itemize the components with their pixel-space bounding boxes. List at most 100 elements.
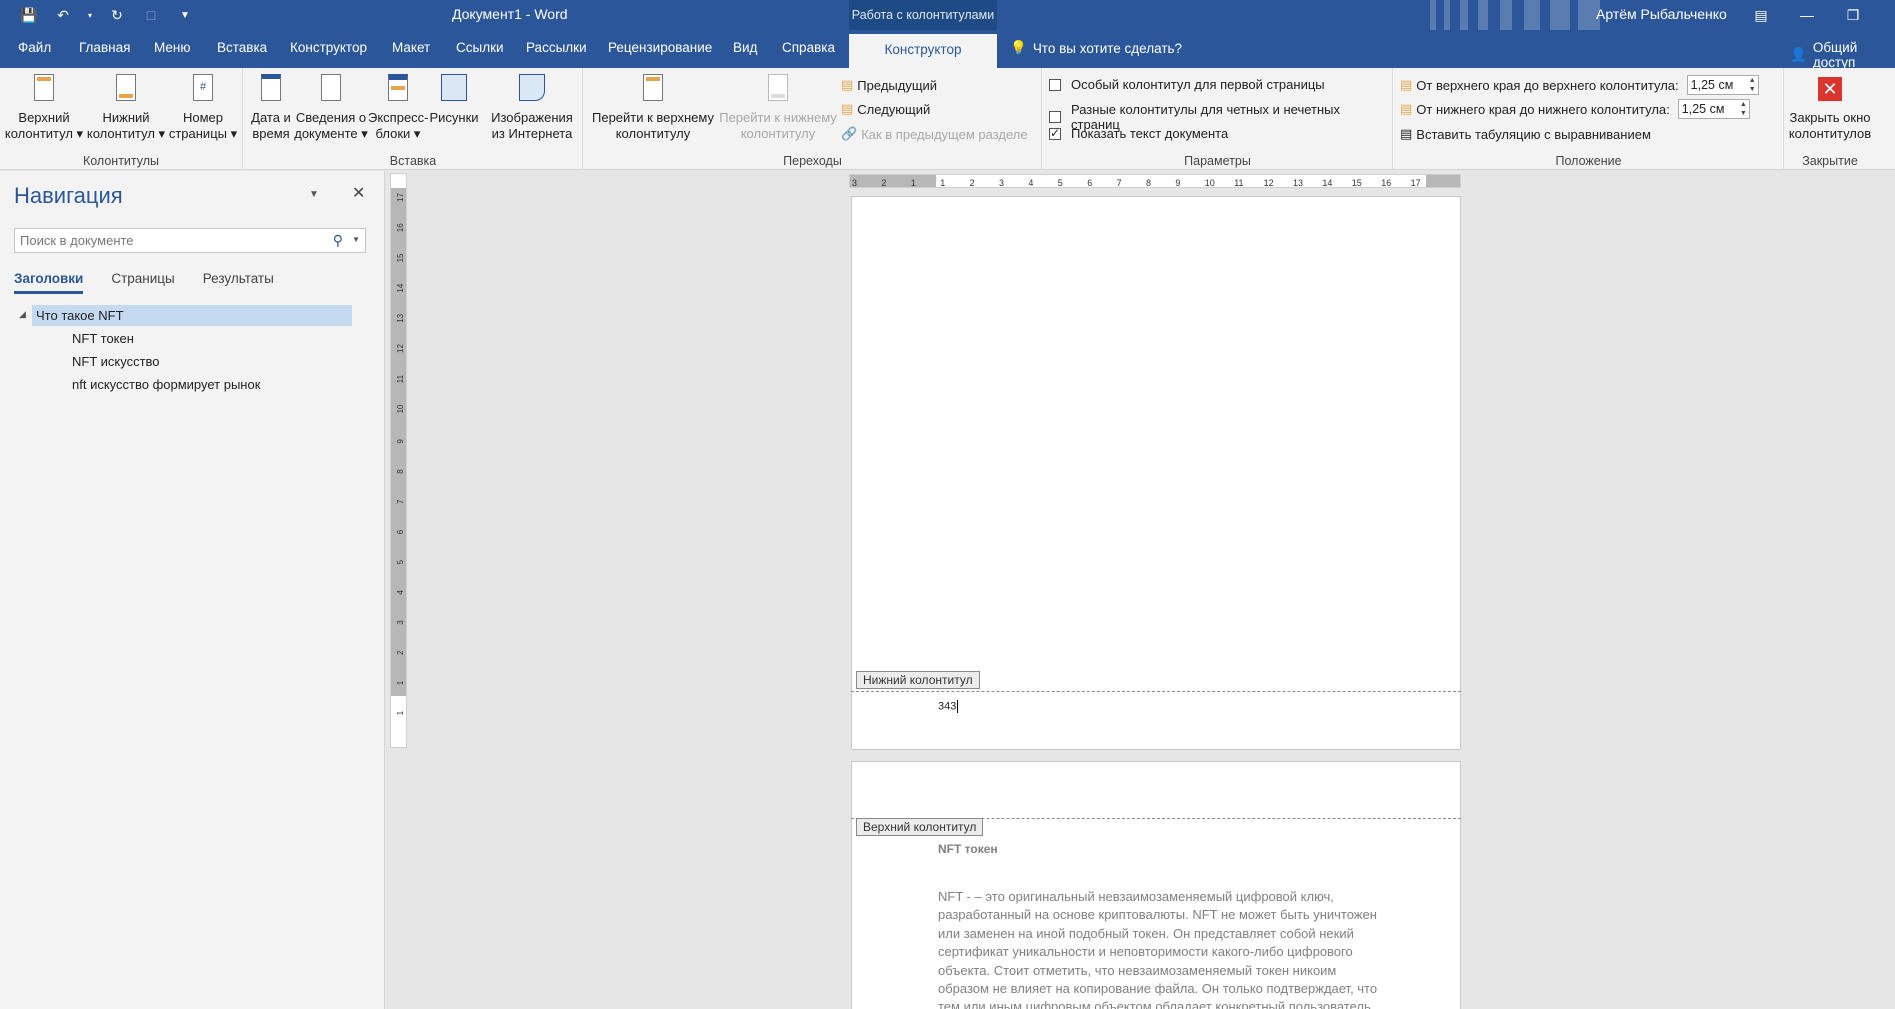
document-body[interactable]: NFT - – это оригинальный невзаимозаменяе… [938, 888, 1412, 1009]
ruler-tick-label: 12 [396, 344, 405, 353]
body-line: разработанный на основе криптовалюты. NF… [938, 907, 1377, 923]
body-line: объекта. Стоит отметить, что невзаимозам… [938, 962, 1337, 978]
next-button[interactable]: ▤ Следующий [841, 101, 930, 117]
online-pictures-button[interactable]: Изображения из Интернета [484, 72, 580, 142]
customize-toolbar-icon[interactable]: ▼ [174, 4, 196, 26]
ruler-tick-label: 15 [396, 253, 405, 262]
group-insert: Дата и время Сведения о документе ▾ Эксп… [244, 68, 583, 170]
heading-item[interactable]: nft искусство формирует рынок [72, 377, 260, 392]
spinner-arrows-icon[interactable]: ▲ ▼ [1740, 100, 1747, 118]
page-number-button[interactable]: # Номер страницы ▾ [166, 72, 240, 142]
new-document-icon[interactable]: □ [140, 4, 162, 26]
ribbon-display-icon[interactable]: ▤ [1738, 0, 1784, 30]
user-name[interactable]: Артём Рыбальченко [1596, 6, 1727, 22]
ruler-tick-label: 11 [1234, 178, 1243, 188]
goto-footer-button[interactable]: Перейти к нижнему колонтитулу [716, 72, 840, 142]
tab-help[interactable]: Справка [782, 40, 835, 55]
minimize-icon[interactable]: — [1784, 0, 1830, 30]
first-page-check-icon[interactable] [1049, 78, 1061, 91]
footer-button[interactable]: Нижний колонтитул ▾ [86, 72, 166, 142]
tab-mailings[interactable]: Рассылки [526, 40, 587, 55]
close-header-footer-button[interactable]: ✕ Закрыть окно колонтитулов [1785, 72, 1875, 142]
group-options: Особый колонтитул для первой страницы Ра… [1043, 68, 1393, 170]
undo-dropdown-icon[interactable]: ▾ [86, 4, 94, 26]
document-heading[interactable]: NFT токен [938, 842, 998, 856]
close-pane-icon[interactable]: ✕ [352, 183, 365, 203]
tell-me-box[interactable]: 💡 Что вы хотите сделать? [1010, 40, 1182, 56]
footer-from-bottom-spinner[interactable]: 1,25 см ▲ ▼ [1677, 99, 1750, 119]
show-text-checkbox[interactable]: Показать текст документа [1049, 126, 1228, 141]
search-dropdown-icon[interactable]: ▼ [352, 235, 360, 244]
heading-item[interactable]: NFT токен [72, 331, 134, 346]
ruler-tick-label: 13 [1293, 178, 1303, 188]
person-icon: 👤 [1790, 47, 1807, 62]
ruler-tick-label: 4 [1028, 178, 1033, 188]
redo-icon[interactable]: ↻ [106, 4, 128, 26]
ruler-tick-label: 7 [396, 499, 405, 504]
next-icon: ▤ [841, 101, 854, 116]
tab-view[interactable]: Вид [733, 40, 757, 55]
vertical-ruler[interactable]: 17 16 15 14 13 12 11 10 9 8 7 6 5 4 3 2 1 1 [390, 173, 407, 748]
header-position-icon: ▤ [1400, 77, 1413, 92]
group-label-close: Закрытие [1802, 154, 1858, 168]
ruler-tick-label: 9 [396, 439, 405, 444]
header-from-top-spinner[interactable]: 1,25 см ▲ ▼ [1686, 75, 1759, 95]
quick-parts-icon [381, 72, 415, 106]
share-button[interactable]: 👤 Общий доступ [1790, 40, 1895, 70]
heading-item[interactable]: NFT искусство [72, 354, 160, 369]
ruler-tick-label: 1 [396, 680, 405, 685]
tab-menu[interactable]: Меню [154, 40, 191, 55]
close-window-icon[interactable]: ✕ [1876, 0, 1895, 30]
save-icon[interactable]: 💾 [18, 4, 40, 26]
tab-references[interactable]: Ссылки [456, 40, 504, 55]
collapse-triangle-icon[interactable]: ◢ [19, 309, 26, 320]
footer-tag: Нижний колонтитул [856, 671, 980, 689]
footer-page-number[interactable]: 343 [938, 700, 959, 713]
page-number-icon: # [186, 72, 220, 106]
spinner-arrows-icon[interactable]: ▲ ▼ [1749, 76, 1756, 94]
tab-insert[interactable]: Вставка [217, 40, 267, 55]
search-document-input[interactable]: Поиск в документе ⚲ ▼ [14, 228, 366, 253]
date-time-button[interactable]: Дата и время [248, 72, 294, 142]
odd-even-check-icon[interactable] [1049, 111, 1061, 123]
tab-home[interactable]: Главная [79, 40, 130, 55]
header-button[interactable]: Верхний колонтитул ▾ [4, 72, 84, 142]
group-label-header-footer: Колонтитулы [82, 154, 160, 168]
nav-tab-results[interactable]: Результаты [203, 271, 274, 294]
horizontal-ruler[interactable]: 3 2 1 1 2 3 4 5 6 7 8 9 10 11 12 13 14 15 16 17 [849, 174, 1461, 188]
link-to-previous-button[interactable]: 🔗 Как в предыдущем разделе [841, 126, 1028, 142]
tab-file[interactable]: Файл [18, 40, 51, 55]
body-line: или заменен на иной подобный токен. Он п… [938, 925, 1354, 941]
show-text-check-icon[interactable] [1049, 126, 1061, 140]
ruler-tick-label: 15 [1352, 178, 1362, 188]
nav-tab-pages[interactable]: Страницы [111, 271, 174, 294]
insert-alignment-tab-button[interactable]: ▤ Вставить табуляцию с выравниванием [1400, 126, 1651, 142]
tab-review[interactable]: Рецензирование [608, 40, 712, 55]
pictures-button[interactable]: Рисунки [428, 72, 480, 126]
document-info-button[interactable]: Сведения о документе ▾ [294, 72, 368, 142]
ruler-tick-label: 10 [1205, 178, 1215, 188]
goto-header-button[interactable]: Перейти к верхнему колонтитулу [588, 72, 718, 142]
quick-parts-button[interactable]: Экспресс- блоки ▾ [368, 72, 429, 142]
ruler-tick-label: 16 [1381, 178, 1391, 188]
tab-design[interactable]: Конструктор [290, 40, 367, 55]
ruler-tick-label: 5 [396, 559, 405, 564]
title-bar: 💾 ↶ ▾ ↻ □ ▼ Документ1 - Word Работа с ко… [0, 0, 1895, 68]
nav-tab-headings[interactable]: Заголовки [14, 271, 84, 294]
tab-layout[interactable]: Макет [392, 40, 430, 55]
undo-icon[interactable]: ↶ [52, 4, 74, 26]
restore-icon[interactable]: ❐ [1830, 0, 1876, 30]
previous-button[interactable]: ▤ Предыдущий [841, 77, 937, 93]
heading-item[interactable]: Что такое NFT [32, 305, 352, 326]
ruler-tick-label: 8 [396, 469, 405, 474]
page-1[interactable] [851, 196, 1461, 750]
ruler-tick-label: 10 [396, 404, 405, 413]
calendar-icon [254, 72, 288, 106]
header-tag: Верхний колонтитул [856, 818, 984, 836]
tab-header-footer-design[interactable]: Конструктор [849, 34, 997, 68]
document-info-icon [314, 72, 348, 106]
ruler-tick-label: 14 [1322, 178, 1332, 188]
first-page-checkbox[interactable]: Особый колонтитул для первой страницы [1049, 77, 1325, 92]
search-icon[interactable]: ⚲ [333, 232, 343, 249]
pane-options-icon[interactable]: ▼ [309, 189, 319, 200]
